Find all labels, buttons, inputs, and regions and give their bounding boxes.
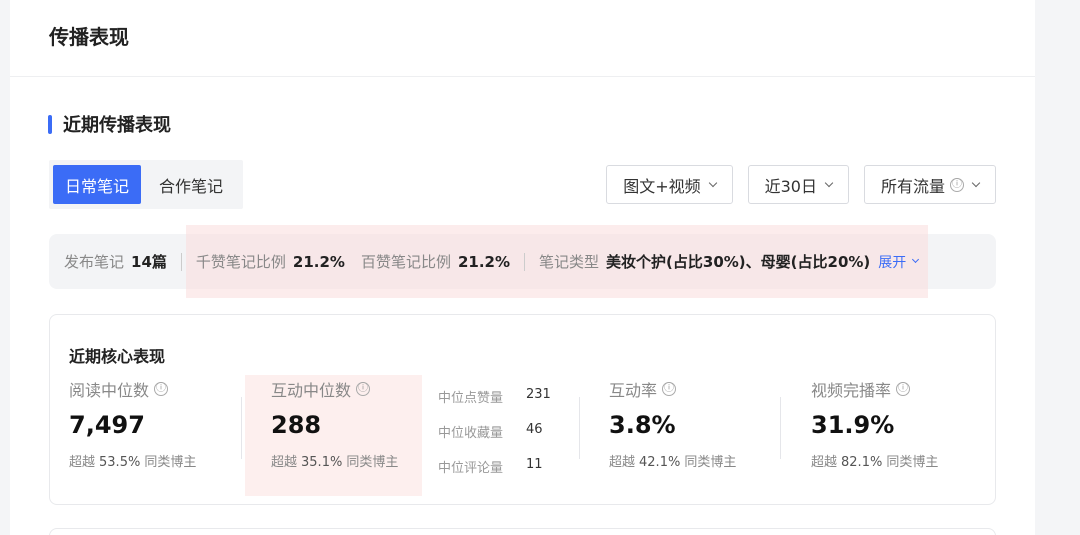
note-type-label: 笔记类型: [539, 253, 600, 271]
metric-sub-suffix: 同类博主: [144, 455, 197, 470]
mini-label: 中位收藏量: [438, 426, 504, 441]
mini-label: 中位评论量: [438, 461, 504, 476]
info-icon[interactable]: ⓘ: [896, 382, 911, 396]
traffic-dropdown[interactable]: 所有流量 ⓘ: [863, 165, 996, 204]
page-title: 传播表现: [49, 25, 129, 49]
divider: [180, 252, 182, 271]
metric-video-completion: 视频完播率 ⓘ 31.9% 超越 82.1% 同类博主: [811, 375, 938, 470]
core-title: 近期核心表现: [69, 347, 166, 366]
content-type-dropdown[interactable]: 图文+视频: [606, 165, 733, 204]
divider: [780, 397, 781, 459]
k-like-ratio-label: 千赞笔记比例: [195, 253, 286, 271]
list-item: 中位评论量 11: [438, 457, 551, 492]
metric-label: 互动中位数: [271, 381, 352, 400]
chevron-down-icon: [912, 255, 920, 264]
info-icon[interactable]: ⓘ: [662, 382, 677, 396]
metric-sub-prefix: 超越: [69, 455, 96, 470]
performance-card: 传播表现 近期传播表现 日常笔记 合作笔记 图文+视频 近30日 所有流量 ⓘ …: [10, 0, 1035, 535]
mini-label: 中位点赞量: [438, 391, 504, 406]
metric-sub-suffix: 同类博主: [886, 455, 939, 470]
metric-interaction-median: 互动中位数 ⓘ 288 超越 35.1% 同类博主: [271, 375, 398, 470]
expand-label: 展开: [878, 254, 907, 271]
info-icon[interactable]: ⓘ: [950, 177, 964, 192]
section-header: 传播表现: [10, 0, 1035, 77]
mini-value: 46: [526, 422, 543, 437]
summary-bar: 发布笔记 14篇 千赞笔记比例 21.2% 百赞笔记比例 21.2% 笔记类型 …: [49, 225, 996, 298]
period-dropdown[interactable]: 近30日: [747, 165, 849, 204]
mini-value: 11: [526, 457, 543, 472]
metric-value: 31.9%: [811, 411, 895, 439]
list-item: 中位点赞量 231: [438, 387, 551, 422]
list-item: 中位收藏量 46: [438, 422, 551, 457]
metric-sub-pct: 82.1%: [841, 455, 883, 470]
chevron-down-icon: [708, 178, 717, 187]
traffic-value: 所有流量: [880, 176, 945, 196]
divider: [241, 397, 242, 459]
next-card-edge: [49, 528, 996, 535]
metric-sub-pct: 53.5%: [99, 455, 141, 470]
metric-sub-suffix: 同类博主: [684, 455, 737, 470]
mini-stats-list: 中位点赞量 231 中位收藏量 46 中位评论量 11: [438, 387, 551, 492]
tab-collab-notes[interactable]: 合作笔记: [147, 165, 235, 204]
divider: [524, 252, 526, 271]
metric-label: 阅读中位数: [69, 381, 150, 400]
metric-value: 288: [271, 411, 322, 439]
expand-button[interactable]: 展开: [878, 252, 920, 272]
content-type-value: 图文+视频: [623, 176, 701, 196]
metric-label: 视频完播率: [811, 381, 892, 400]
accent-bar: [48, 114, 52, 134]
metric-sub-pct: 35.1%: [301, 455, 343, 470]
published-label: 发布笔记: [64, 253, 125, 271]
metric-sub-pct: 42.1%: [639, 455, 681, 470]
k-like-ratio-value: 21.2%: [292, 252, 345, 271]
metric-sub-prefix: 超越: [811, 455, 838, 470]
subsection-header: 近期传播表现: [48, 111, 171, 137]
summary-content: 发布笔记 14篇 千赞笔记比例 21.2% 百赞笔记比例 21.2% 笔记类型 …: [64, 251, 920, 272]
metric-label: 互动率: [609, 381, 658, 400]
subsection-title: 近期传播表现: [63, 115, 171, 136]
metric-sub-suffix: 同类博主: [346, 455, 399, 470]
mini-value: 231: [526, 387, 551, 402]
info-icon[interactable]: ⓘ: [154, 382, 169, 396]
core-performance-card: 近期核心表现 阅读中位数 ⓘ 7,497 超越 53.5% 同类博主 互动中位数 ⓘ 2…: [49, 314, 996, 505]
tab-daily-notes[interactable]: 日常笔记: [53, 165, 141, 204]
note-type-value: 美妆个护(占比30%)、母婴(占比20%): [606, 253, 871, 271]
period-value: 近30日: [764, 176, 817, 196]
metric-value: 7,497: [69, 411, 145, 439]
metric-interaction-rate: 互动率 ⓘ 3.8% 超越 42.1% 同类博主: [609, 375, 736, 470]
metric-read-median: 阅读中位数 ⓘ 7,497 超越 53.5% 同类博主: [69, 375, 196, 470]
published-value: 14篇: [131, 253, 167, 271]
metric-sub-prefix: 超越: [271, 455, 298, 470]
divider: [579, 397, 580, 459]
h-like-ratio-label: 百赞笔记比例: [360, 253, 451, 271]
info-icon[interactable]: ⓘ: [356, 382, 371, 396]
note-type-tabs: 日常笔记 合作笔记: [49, 160, 243, 209]
chevron-down-icon: [824, 178, 834, 187]
metric-sub-prefix: 超越: [609, 455, 636, 470]
chevron-down-icon: [971, 178, 981, 187]
filter-bar: 图文+视频 近30日 所有流量 ⓘ: [606, 165, 996, 204]
h-like-ratio-value: 21.2%: [457, 252, 511, 271]
metric-value: 3.8%: [609, 411, 676, 439]
